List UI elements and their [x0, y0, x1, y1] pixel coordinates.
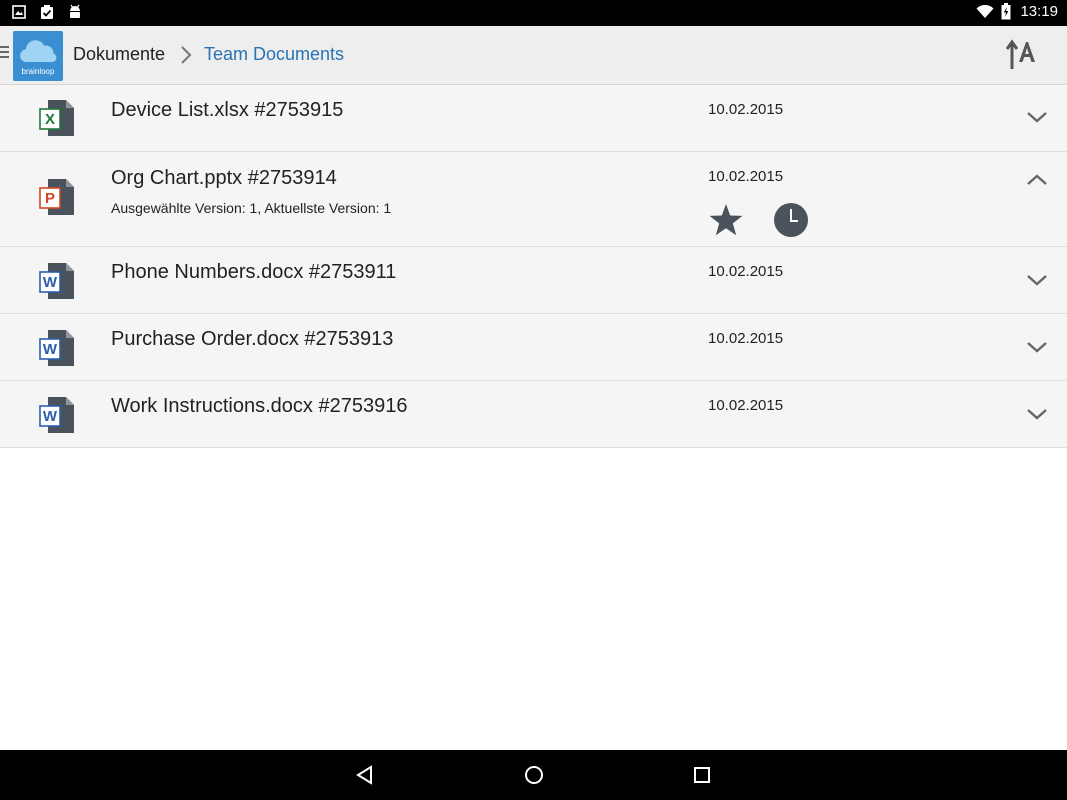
chevron-down-icon[interactable]	[1024, 272, 1050, 288]
status-bar-system: 13:19	[976, 3, 1058, 20]
status-bar-time: 13:19	[1020, 3, 1058, 20]
status-bar: 13:19	[0, 0, 1067, 26]
list-item[interactable]: W Work Instructions.docx #2753916 10.02.…	[0, 381, 1067, 448]
status-bar-notifications	[12, 4, 82, 20]
home-icon[interactable]	[522, 763, 546, 787]
sort-alpha-icon	[1005, 39, 1035, 69]
file-name: Device List.xlsx #2753915	[111, 99, 344, 121]
file-version-info: Ausgewählte Version: 1, Aktuellste Versi…	[111, 200, 392, 216]
menu-icon[interactable]	[0, 46, 9, 62]
excel-file-icon: X	[39, 100, 74, 136]
file-type-letter: P	[45, 190, 55, 207]
chevron-up-icon[interactable]	[1024, 172, 1050, 188]
chevron-down-icon[interactable]	[1024, 339, 1050, 355]
file-type-letter: W	[43, 274, 58, 291]
chevron-down-icon[interactable]	[1024, 406, 1050, 422]
word-file-icon: W	[39, 330, 74, 366]
word-file-icon: W	[39, 397, 74, 433]
list-item[interactable]: W Purchase Order.docx #2753913 10.02.201…	[0, 314, 1067, 381]
gallery-icon	[12, 5, 26, 19]
chevron-right-icon	[181, 46, 192, 64]
file-date: 10.02.2015	[708, 397, 784, 414]
recents-icon[interactable]	[690, 763, 714, 787]
star-icon[interactable]	[707, 201, 745, 239]
file-name: Purchase Order.docx #2753913	[111, 328, 394, 350]
app-bar: brainloop Dokumente Team Documents	[0, 26, 1067, 85]
navigation-bar	[0, 750, 1067, 800]
back-icon[interactable]	[353, 763, 377, 787]
file-date: 10.02.2015	[708, 330, 784, 347]
file-date: 10.02.2015	[708, 168, 784, 185]
breadcrumb-root[interactable]: Dokumente	[73, 44, 165, 65]
clock-icon[interactable]	[772, 201, 810, 239]
file-type-letter: W	[43, 341, 58, 358]
chevron-down-icon[interactable]	[1024, 109, 1050, 125]
android-debug-icon	[70, 4, 80, 18]
file-type-letter: X	[45, 111, 55, 128]
battery-charging-icon	[1001, 3, 1011, 20]
file-name: Work Instructions.docx #2753916	[111, 395, 408, 417]
breadcrumb-current[interactable]: Team Documents	[204, 44, 344, 65]
file-date: 10.02.2015	[708, 263, 784, 280]
file-name: Org Chart.pptx #2753914	[111, 167, 337, 189]
file-date: 10.02.2015	[708, 101, 784, 118]
list-item[interactable]: X Device List.xlsx #2753915 10.02.2015	[0, 85, 1067, 152]
clipboard-check-icon	[41, 5, 53, 19]
powerpoint-file-icon: P	[39, 179, 74, 215]
wifi-icon	[976, 4, 994, 18]
file-list: X Device List.xlsx #2753915 10.02.2015 P…	[0, 85, 1067, 448]
sort-button[interactable]	[1005, 36, 1041, 72]
file-name: Phone Numbers.docx #2753911	[111, 261, 397, 283]
brainloop-logo[interactable]: brainloop	[13, 31, 63, 81]
word-file-icon: W	[39, 263, 74, 299]
file-type-letter: W	[43, 408, 58, 425]
logo-text: brainloop	[21, 67, 55, 76]
list-item[interactable]: W Phone Numbers.docx #2753911 10.02.2015	[0, 247, 1067, 314]
list-item-expanded[interactable]: P Org Chart.pptx #2753914 Ausgewählte Ve…	[0, 152, 1067, 247]
